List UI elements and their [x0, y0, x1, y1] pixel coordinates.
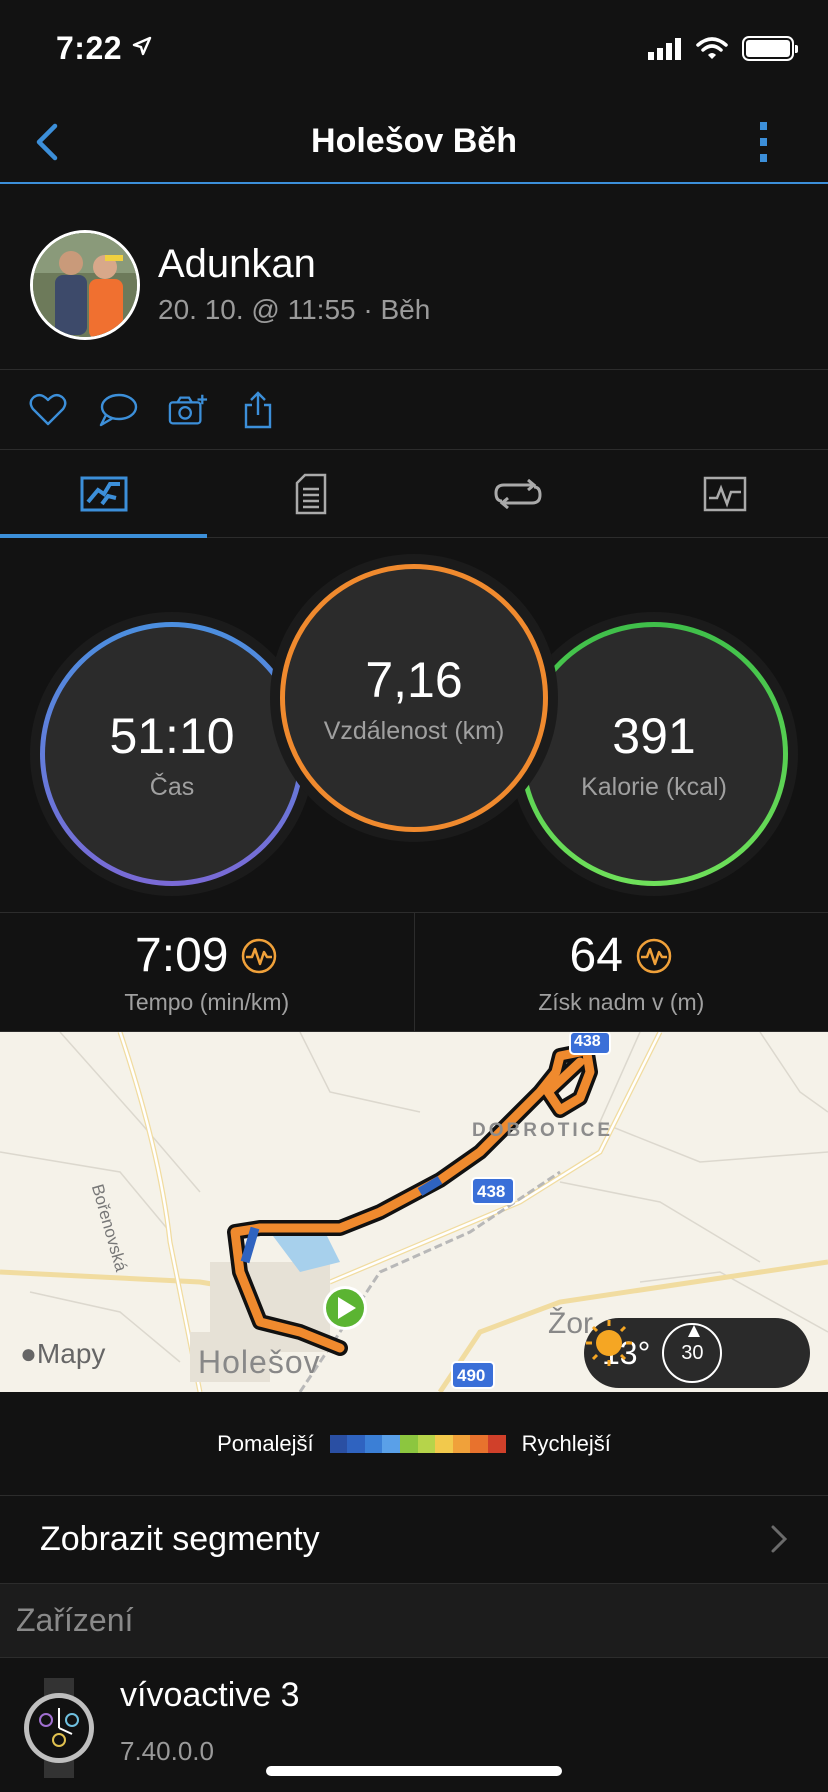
social-actions: [0, 370, 828, 450]
device-version: 7.40.0.0: [120, 1736, 214, 1766]
activity-owner: Adunkan 20. 10. @ 11:55 · Běh: [0, 186, 828, 370]
apple-maps-logo: ●Mapy: [20, 1338, 105, 1370]
activity-tabs: [0, 450, 828, 538]
maps-brand: Mapy: [36, 1338, 106, 1369]
device-name: vívoactive 3: [120, 1676, 300, 1714]
vertical-dots-icon: [760, 122, 767, 162]
calories-value: 391: [612, 707, 696, 764]
ascent-metric[interactable]: 64 Získ nadm v (m): [413, 913, 828, 1031]
time-stat: 51:10 Čas: [40, 622, 304, 886]
tab-overview[interactable]: [0, 450, 207, 538]
route-map[interactable]: 438 438 490 DOBROTICE Bořenovská Holešov…: [0, 1032, 828, 1392]
more-options-button[interactable]: [740, 118, 788, 166]
road-shield-490: 490: [457, 1366, 486, 1385]
road-shield-438: 438: [477, 1182, 506, 1201]
user-name[interactable]: Adunkan: [158, 242, 316, 287]
camera-add-icon: [168, 394, 208, 424]
chevron-right-icon: [771, 1525, 788, 1553]
devices-section-header: Zařízení: [0, 1584, 828, 1658]
share-button[interactable]: [238, 390, 278, 430]
share-icon: [244, 390, 272, 428]
location-arrow-icon: [132, 36, 152, 56]
wind-speed: 30: [681, 1341, 704, 1364]
pulse-badge-icon: [636, 938, 672, 973]
pulse-badge-icon: [242, 938, 277, 973]
road-shield-438-top: 438: [574, 1033, 601, 1050]
tab-laps[interactable]: [414, 450, 621, 537]
ascent-label: Získ nadm v (m): [538, 989, 705, 1015]
runner-stats-icon: [80, 476, 127, 511]
view-segments-row[interactable]: Zobrazit segmenty: [0, 1496, 828, 1584]
comment-bubble-icon: [99, 393, 138, 426]
heart-icon: [29, 393, 67, 425]
pace-metric[interactable]: 7:09 Tempo (min/km): [0, 913, 414, 1031]
avatar-photo: [33, 233, 137, 337]
pace-legend: Pomalejší Rychlejší: [0, 1392, 828, 1496]
apple-logo-icon: ●: [20, 1338, 37, 1369]
comment-button[interactable]: [98, 390, 138, 430]
time-value: 51:10: [109, 707, 235, 764]
document-list-icon: [295, 473, 326, 514]
distance-value: 7,16: [365, 651, 463, 708]
wifi-icon: [696, 36, 728, 59]
watch-icon: [24, 1678, 94, 1778]
distance-label: Vzdálenost (km): [323, 716, 505, 745]
nav-bar: Holešov Běh: [0, 100, 828, 184]
page-title: Holešov Běh: [311, 122, 517, 160]
battery-icon: [742, 36, 798, 61]
weather-badge[interactable]: 13° 30: [584, 1318, 810, 1388]
status-bar: 7:22: [0, 0, 828, 100]
calories-stat: 391 Kalorie (kcal): [520, 622, 788, 886]
distance-stat: 7,16 Vzdálenost (km): [280, 564, 548, 832]
chart-graph-icon: [703, 476, 746, 511]
pace-label: Tempo (min/km): [124, 989, 290, 1015]
legend-faster: Rychlejší: [521, 1430, 611, 1456]
status-time: 7:22: [56, 30, 123, 66]
summary-stats: 51:10 Čas 391 Kalorie (kcal) 7,16 Vzdále…: [0, 538, 828, 912]
town-label: Holešov: [198, 1344, 321, 1380]
home-indicator[interactable]: [266, 1766, 562, 1776]
like-button[interactable]: [28, 390, 68, 430]
signal-icon: [648, 37, 681, 60]
activity-date-type: 20. 10. @ 11:55 · Běh: [158, 294, 431, 325]
metrics-row: 7:09 Tempo (min/km) 64 Získ nadm v (m): [0, 912, 828, 1032]
sun-icon: [586, 1320, 632, 1366]
time-label: Čas: [149, 772, 195, 801]
pace-value: 7:09: [135, 929, 229, 982]
pace-color-scale: [329, 1434, 506, 1453]
tab-details[interactable]: [207, 450, 414, 537]
wind-direction-icon: [688, 1325, 701, 1337]
tab-charts[interactable]: [621, 450, 828, 537]
add-photo-button[interactable]: [168, 390, 208, 430]
loop-arrows-icon: [493, 478, 542, 509]
wind-dial: 30: [662, 1323, 723, 1383]
view-segments-label: Zobrazit segmenty: [40, 1520, 320, 1558]
avatar[interactable]: [30, 230, 140, 340]
calories-label: Kalorie (kcal): [581, 772, 727, 801]
village-label: DOBROTICE: [472, 1120, 613, 1141]
legend-slower: Pomalejší: [217, 1430, 314, 1456]
ascent-value: 64: [569, 929, 623, 982]
